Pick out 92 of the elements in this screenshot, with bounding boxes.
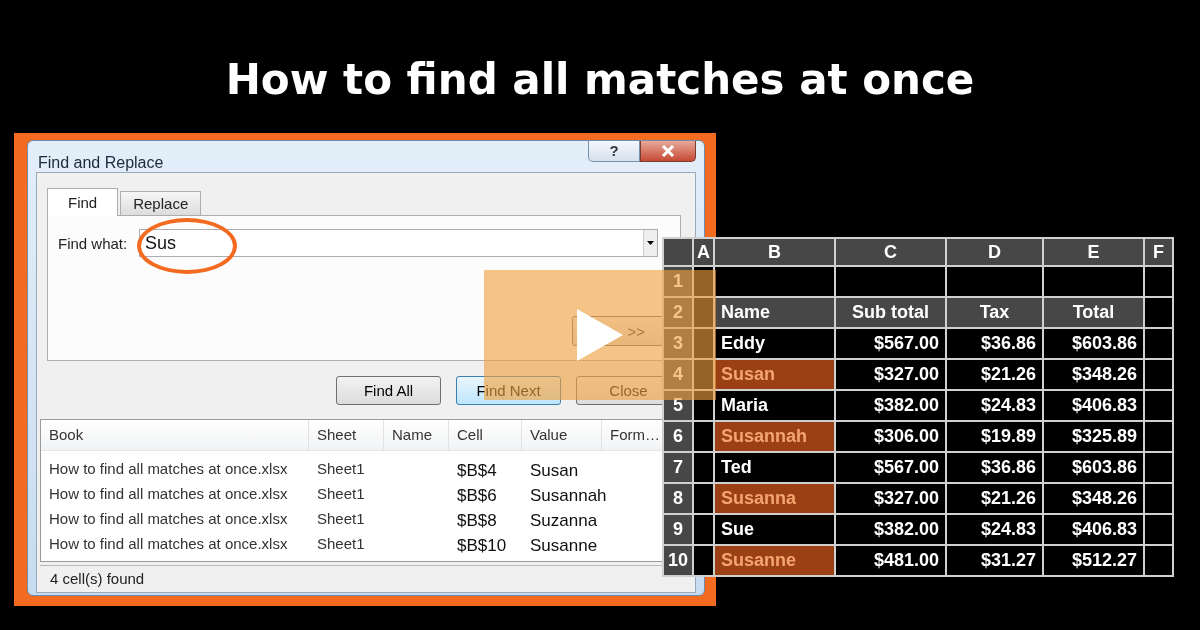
empty-cell bbox=[1144, 390, 1173, 421]
row-number[interactable]: 8 bbox=[663, 483, 693, 514]
table-cell: $306.00 bbox=[835, 421, 946, 452]
tab[interactable]: Replace bbox=[120, 191, 202, 215]
column-header[interactable]: E bbox=[1043, 238, 1144, 266]
value-cell-text: Suzanna bbox=[529, 510, 599, 532]
book-cell-text: How to find all matches at once.xlsx bbox=[48, 459, 289, 479]
table-cell: $567.00 bbox=[835, 328, 946, 359]
select-all-corner[interactable] bbox=[663, 238, 693, 266]
row-number[interactable]: 5 bbox=[663, 390, 693, 421]
find-what-field[interactable]: Sus bbox=[139, 229, 658, 257]
row-number[interactable]: 7 bbox=[663, 452, 693, 483]
cell-reference: $B$10 bbox=[456, 535, 508, 557]
table-cell: Susan bbox=[714, 359, 835, 390]
result-row[interactable]: How to find all matches at once.xlsx Sheet1 $B$4 Susan bbox=[41, 457, 664, 482]
header-cell: Tax bbox=[946, 297, 1043, 328]
column-header[interactable]: A bbox=[693, 238, 714, 266]
empty-cell bbox=[693, 452, 714, 483]
sheet-cell-text: Sheet1 bbox=[316, 509, 366, 529]
cell-reference: $B$8 bbox=[456, 510, 498, 532]
row-number[interactable]: 10 bbox=[663, 545, 693, 576]
cell-reference: $B$6 bbox=[456, 485, 498, 507]
table-cell: $603.86 bbox=[1043, 452, 1144, 483]
column-header[interactable]: D bbox=[946, 238, 1043, 266]
table-cell: $327.00 bbox=[835, 359, 946, 390]
sheet-cell-text: Sheet1 bbox=[316, 534, 366, 554]
table-cell: $31.27 bbox=[946, 545, 1043, 576]
header-cell: Total bbox=[1043, 297, 1144, 328]
sheet-cell-text: Sheet1 bbox=[316, 459, 366, 479]
column-header[interactable]: Book bbox=[41, 420, 309, 451]
column-header[interactable]: Name bbox=[384, 420, 449, 451]
table-cell: $406.83 bbox=[1043, 514, 1144, 545]
close-icon bbox=[660, 145, 676, 157]
empty-cell bbox=[693, 514, 714, 545]
table-cell: $348.26 bbox=[1043, 483, 1144, 514]
header-cell: Name bbox=[714, 297, 835, 328]
window-title: Find and Replace bbox=[38, 154, 164, 172]
table-cell: $603.86 bbox=[1043, 328, 1144, 359]
table-cell: Susannah bbox=[714, 421, 835, 452]
empty-cell bbox=[1144, 297, 1173, 328]
empty-cell bbox=[1144, 545, 1173, 576]
field-label: Find what: bbox=[58, 234, 129, 252]
dialog-button[interactable]: Find All bbox=[336, 376, 441, 405]
cell-reference: $B$4 bbox=[456, 460, 498, 482]
table-cell: $406.83 bbox=[1043, 390, 1144, 421]
column-header[interactable]: Sheet bbox=[309, 420, 384, 451]
table-cell: $348.26 bbox=[1043, 359, 1144, 390]
table-cell: $325.89 bbox=[1043, 421, 1144, 452]
column-header[interactable]: Value bbox=[522, 420, 602, 451]
table-cell: $19.89 bbox=[946, 421, 1043, 452]
table-cell: Susanne bbox=[714, 545, 835, 576]
empty-cell bbox=[693, 390, 714, 421]
table-cell: $382.00 bbox=[835, 390, 946, 421]
row-number[interactable]: 6 bbox=[663, 421, 693, 452]
book-cell-text: How to find all matches at once.xlsx bbox=[48, 484, 289, 504]
table-cell: $36.86 bbox=[946, 452, 1043, 483]
empty-cell bbox=[1144, 328, 1173, 359]
table-cell: $382.00 bbox=[835, 514, 946, 545]
empty-cell bbox=[1144, 483, 1173, 514]
empty-cell bbox=[1144, 421, 1173, 452]
result-row[interactable]: How to find all matches at once.xlsx Sheet1 $B$6 Susannah bbox=[41, 482, 664, 507]
empty-cell bbox=[1144, 514, 1173, 545]
table-cell: $21.26 bbox=[946, 359, 1043, 390]
table-cell: $481.00 bbox=[835, 545, 946, 576]
result-row[interactable]: How to find all matches at once.xlsx Sheet1 $B$10 Susanne bbox=[41, 532, 664, 557]
page-title: How to find all matches at once bbox=[225, 54, 975, 106]
empty-cell bbox=[1144, 359, 1173, 390]
empty-cell bbox=[693, 328, 714, 359]
book-cell-text: How to find all matches at once.xlsx bbox=[48, 534, 289, 554]
column-header[interactable]: F bbox=[1144, 238, 1173, 266]
row-number[interactable]: 9 bbox=[663, 514, 693, 545]
header-cell: Sub total bbox=[835, 297, 946, 328]
table-cell: Susanna bbox=[714, 483, 835, 514]
value-cell-text: Susanne bbox=[529, 535, 599, 557]
column-header[interactable]: C bbox=[835, 238, 946, 266]
value-cell-text: Susan bbox=[529, 460, 580, 482]
table-cell: $21.26 bbox=[946, 483, 1043, 514]
table-cell: $567.00 bbox=[835, 452, 946, 483]
column-header[interactable]: B bbox=[714, 238, 835, 266]
table-cell: $327.00 bbox=[835, 483, 946, 514]
sheet-cell-text: Sheet1 bbox=[316, 484, 366, 504]
tab[interactable]: Find bbox=[47, 188, 119, 216]
table-cell: $36.86 bbox=[946, 328, 1043, 359]
help-button[interactable]: ? bbox=[588, 141, 640, 162]
table-cell: $512.27 bbox=[1043, 545, 1144, 576]
column-header[interactable]: Cell bbox=[449, 420, 522, 451]
table-cell: $24.83 bbox=[946, 514, 1043, 545]
empty-cell bbox=[1144, 452, 1173, 483]
book-cell-text: How to find all matches at once.xlsx bbox=[48, 509, 289, 529]
close-button[interactable] bbox=[640, 141, 696, 162]
table-cell: $24.83 bbox=[946, 390, 1043, 421]
result-row[interactable]: How to find all matches at once.xlsx Sheet1 $B$8 Suzanna bbox=[41, 507, 664, 532]
